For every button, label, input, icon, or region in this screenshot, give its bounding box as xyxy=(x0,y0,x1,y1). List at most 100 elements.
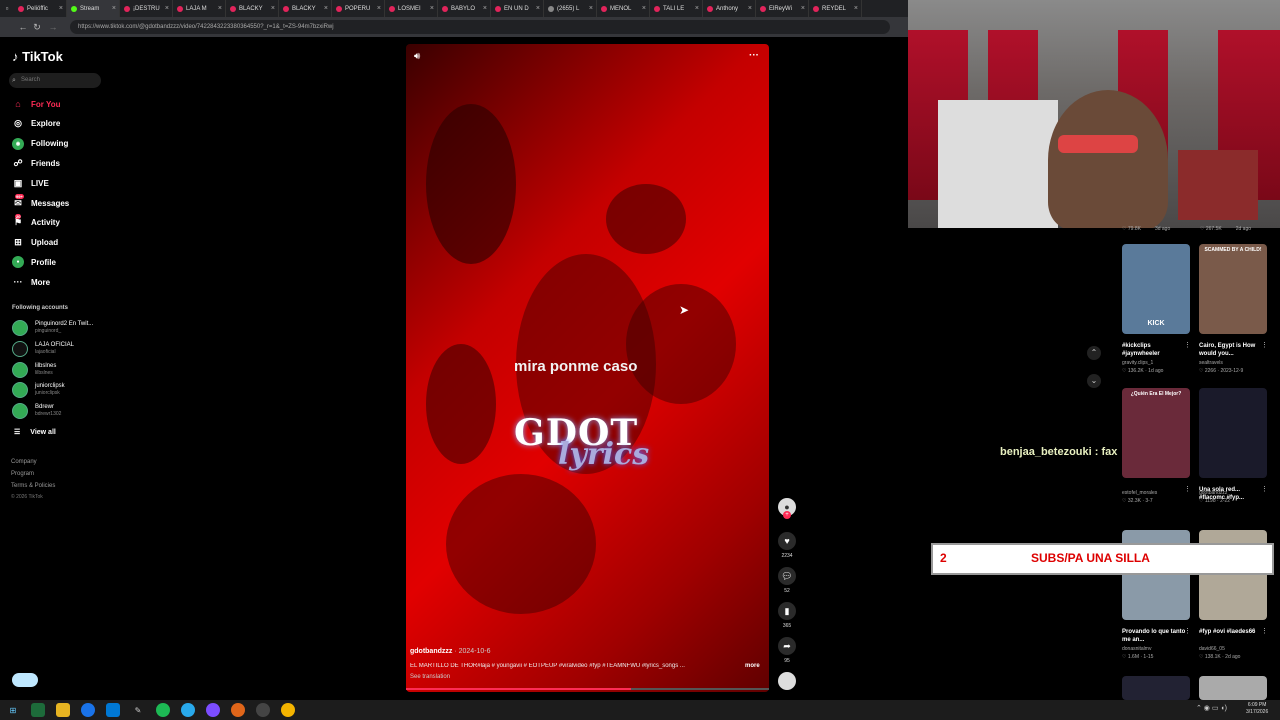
search-input[interactable]: ⌕ Search xyxy=(9,73,101,88)
like-button[interactable]: ♥ 2234 xyxy=(778,532,796,559)
sidebar-item-more[interactable]: ··· More xyxy=(12,272,51,292)
following-account[interactable]: LAJA OFICIAL lajaoficial xyxy=(12,339,74,359)
browser-tab[interactable]: Peliöffic × xyxy=(14,0,67,17)
following-account[interactable]: Bdrewr bdrewr1302 xyxy=(12,401,61,421)
sidebar-item-upload[interactable]: ⊞ Upload xyxy=(12,233,58,253)
following-account[interactable]: Pinguinord2 En Twit... pinguinord_ xyxy=(12,318,93,338)
browser-tab[interactable]: BABYLO × xyxy=(438,0,491,17)
description-more-button[interactable]: more xyxy=(745,663,760,669)
video-author[interactable]: sealtravels xyxy=(1199,360,1269,367)
chrome-canary-icon[interactable] xyxy=(281,703,295,717)
video-author[interactable]: estofel_morales xyxy=(1122,490,1192,497)
video-title[interactable]: Provando lo que tanto me an... xyxy=(1122,628,1190,644)
tab-close-icon[interactable]: × xyxy=(589,5,593,12)
tab-close-icon[interactable]: × xyxy=(59,5,63,12)
taskbar-clock[interactable]: 6:09 PM 3/17/2026 xyxy=(1246,702,1268,716)
browser-tab[interactable]: Stream × xyxy=(67,0,120,17)
obs-icon[interactable] xyxy=(256,703,270,717)
video-thumbnail[interactable] xyxy=(1199,676,1267,700)
video-author[interactable]: gdotbandzzz xyxy=(1199,490,1269,497)
browser-tab[interactable]: MENOL × xyxy=(597,0,650,17)
sidebar-item-messages[interactable]: ✉ Messages 99+ xyxy=(12,193,69,213)
tab-close-icon[interactable]: × xyxy=(377,5,381,12)
footer-terms[interactable]: Terms & Policies xyxy=(11,483,55,489)
volume-icon[interactable]: 🔊︎ xyxy=(414,51,420,62)
browser-tab[interactable]: BLACKY × xyxy=(226,0,279,17)
tab-close-icon[interactable]: × xyxy=(854,5,858,12)
tab-close-icon[interactable]: × xyxy=(695,5,699,12)
get-app-toggle[interactable] xyxy=(12,673,38,687)
see-translation-link[interactable]: See translation xyxy=(410,674,450,680)
sidebar-item-live[interactable]: ▣ LIVE xyxy=(12,173,49,193)
browser-tab[interactable]: LOSMEI × xyxy=(385,0,438,17)
video-menu-icon[interactable]: ⋮ xyxy=(1184,627,1191,635)
following-account[interactable]: juniorclipsk juniorclipsk xyxy=(12,380,65,400)
footer-company[interactable]: Company xyxy=(11,459,37,465)
scroll-down-icon[interactable]: ⌄ xyxy=(1087,374,1101,388)
sidebar-item-for-you[interactable]: ⌂ For You xyxy=(12,94,60,114)
firefox-icon[interactable] xyxy=(231,703,245,717)
video-thumbnail[interactable] xyxy=(1199,388,1267,478)
reload-icon[interactable]: ↻ xyxy=(32,20,42,34)
browser-tab[interactable]: ¡DESTRU × xyxy=(120,0,173,17)
browser-tab[interactable]: REYDEL × xyxy=(809,0,862,17)
video-author[interactable]: donasnitalmv xyxy=(1122,646,1192,653)
tab-close-icon[interactable]: × xyxy=(271,5,275,12)
file-explorer-icon[interactable] xyxy=(56,703,70,717)
following-account[interactable]: lilbslnes lilbslnes xyxy=(12,360,56,380)
windows-start-icon[interactable]: ⊞ xyxy=(6,703,20,717)
video-title[interactable]: Cairo, Egypt is How would you... xyxy=(1199,342,1267,358)
browser-tab[interactable]: POPERU × xyxy=(332,0,385,17)
more-options-icon[interactable]: ··· xyxy=(749,50,759,61)
video-author[interactable]: david66_05 xyxy=(1199,646,1269,653)
creator-avatar[interactable]: ● + xyxy=(778,498,796,519)
video-menu-icon[interactable]: ⋮ xyxy=(1261,627,1268,635)
tab-close-icon[interactable]: × xyxy=(642,5,646,12)
video-thumbnail[interactable]: SCAMMED BY A CHILD! xyxy=(1199,244,1267,334)
view-all-link[interactable]: ☰ View all xyxy=(14,428,56,437)
video-thumbnail[interactable]: KICK xyxy=(1122,244,1190,334)
video-title[interactable]: #kickclips #jaynwheeler xyxy=(1122,342,1190,358)
save-button[interactable]: ▮ 365 xyxy=(778,602,796,629)
sidebar-item-friends[interactable]: ☍ Friends xyxy=(12,153,59,173)
url-field[interactable]: https://www.tiktok.com/@gdotbandzzz/vide… xyxy=(70,20,890,34)
store-icon[interactable] xyxy=(106,703,120,717)
browser-tab[interactable]: BLACKY × xyxy=(279,0,332,17)
tiktok-logo[interactable]: ♪ TikTok xyxy=(12,49,63,64)
browser-tab[interactable]: Anthony × xyxy=(703,0,756,17)
comment-button[interactable]: 💬︎ 52 xyxy=(778,567,796,594)
tab-close-icon[interactable]: × xyxy=(536,5,540,12)
share-button[interactable]: ➦ 95 xyxy=(778,637,796,664)
back-icon[interactable]: ← xyxy=(18,20,28,34)
tab-close-icon[interactable]: × xyxy=(165,5,169,12)
tab-close-icon[interactable]: × xyxy=(748,5,752,12)
sidebar-item-profile[interactable]: ● Profile xyxy=(12,252,56,272)
tab-close-icon[interactable]: × xyxy=(801,5,805,12)
browser-tab[interactable]: (2655) L × xyxy=(544,0,597,17)
spreadsheet-icon[interactable] xyxy=(31,703,45,717)
sidebar-item-following[interactable]: ◉ Following xyxy=(12,134,68,154)
pen-icon[interactable]: ✎ xyxy=(131,703,145,717)
forward-icon[interactable]: → xyxy=(48,20,58,34)
video-author[interactable]: gdotbandzzz · 2024-10-6 xyxy=(410,648,491,655)
scroll-up-icon[interactable]: ⌃ xyxy=(1087,346,1101,360)
sidebar-item-explore[interactable]: ◎ Explore xyxy=(12,114,60,134)
system-tray-icons[interactable]: ⌃ ◉ ▭ ◖) xyxy=(1196,704,1227,712)
video-menu-icon[interactable]: ⋮ xyxy=(1261,341,1268,349)
sound-disc[interactable] xyxy=(778,672,796,690)
sidebar-item-activity[interactable]: ⚑ Activity 20 xyxy=(12,213,60,233)
video-thumbnail[interactable] xyxy=(1122,676,1190,700)
tab-close-icon[interactable]: × xyxy=(112,5,116,12)
video-thumbnail[interactable]: ¿Quién Era El Mejor? xyxy=(1122,388,1190,478)
browser-tab[interactable]: EN UN D × xyxy=(491,0,544,17)
tab-close-icon[interactable]: × xyxy=(324,5,328,12)
browser-tab[interactable]: TALI LE × xyxy=(650,0,703,17)
browser-tab[interactable]: LAJA M × xyxy=(173,0,226,17)
telegram-icon[interactable] xyxy=(181,703,195,717)
discord-icon[interactable] xyxy=(206,703,220,717)
footer-program[interactable]: Program xyxy=(11,471,34,477)
video-menu-icon[interactable]: ⋮ xyxy=(1184,341,1191,349)
tab-close-icon[interactable]: × xyxy=(218,5,222,12)
browser-tab[interactable]: ElReyWi × xyxy=(756,0,809,17)
video-author[interactable]: gravity.clips_1 xyxy=(1122,360,1192,367)
